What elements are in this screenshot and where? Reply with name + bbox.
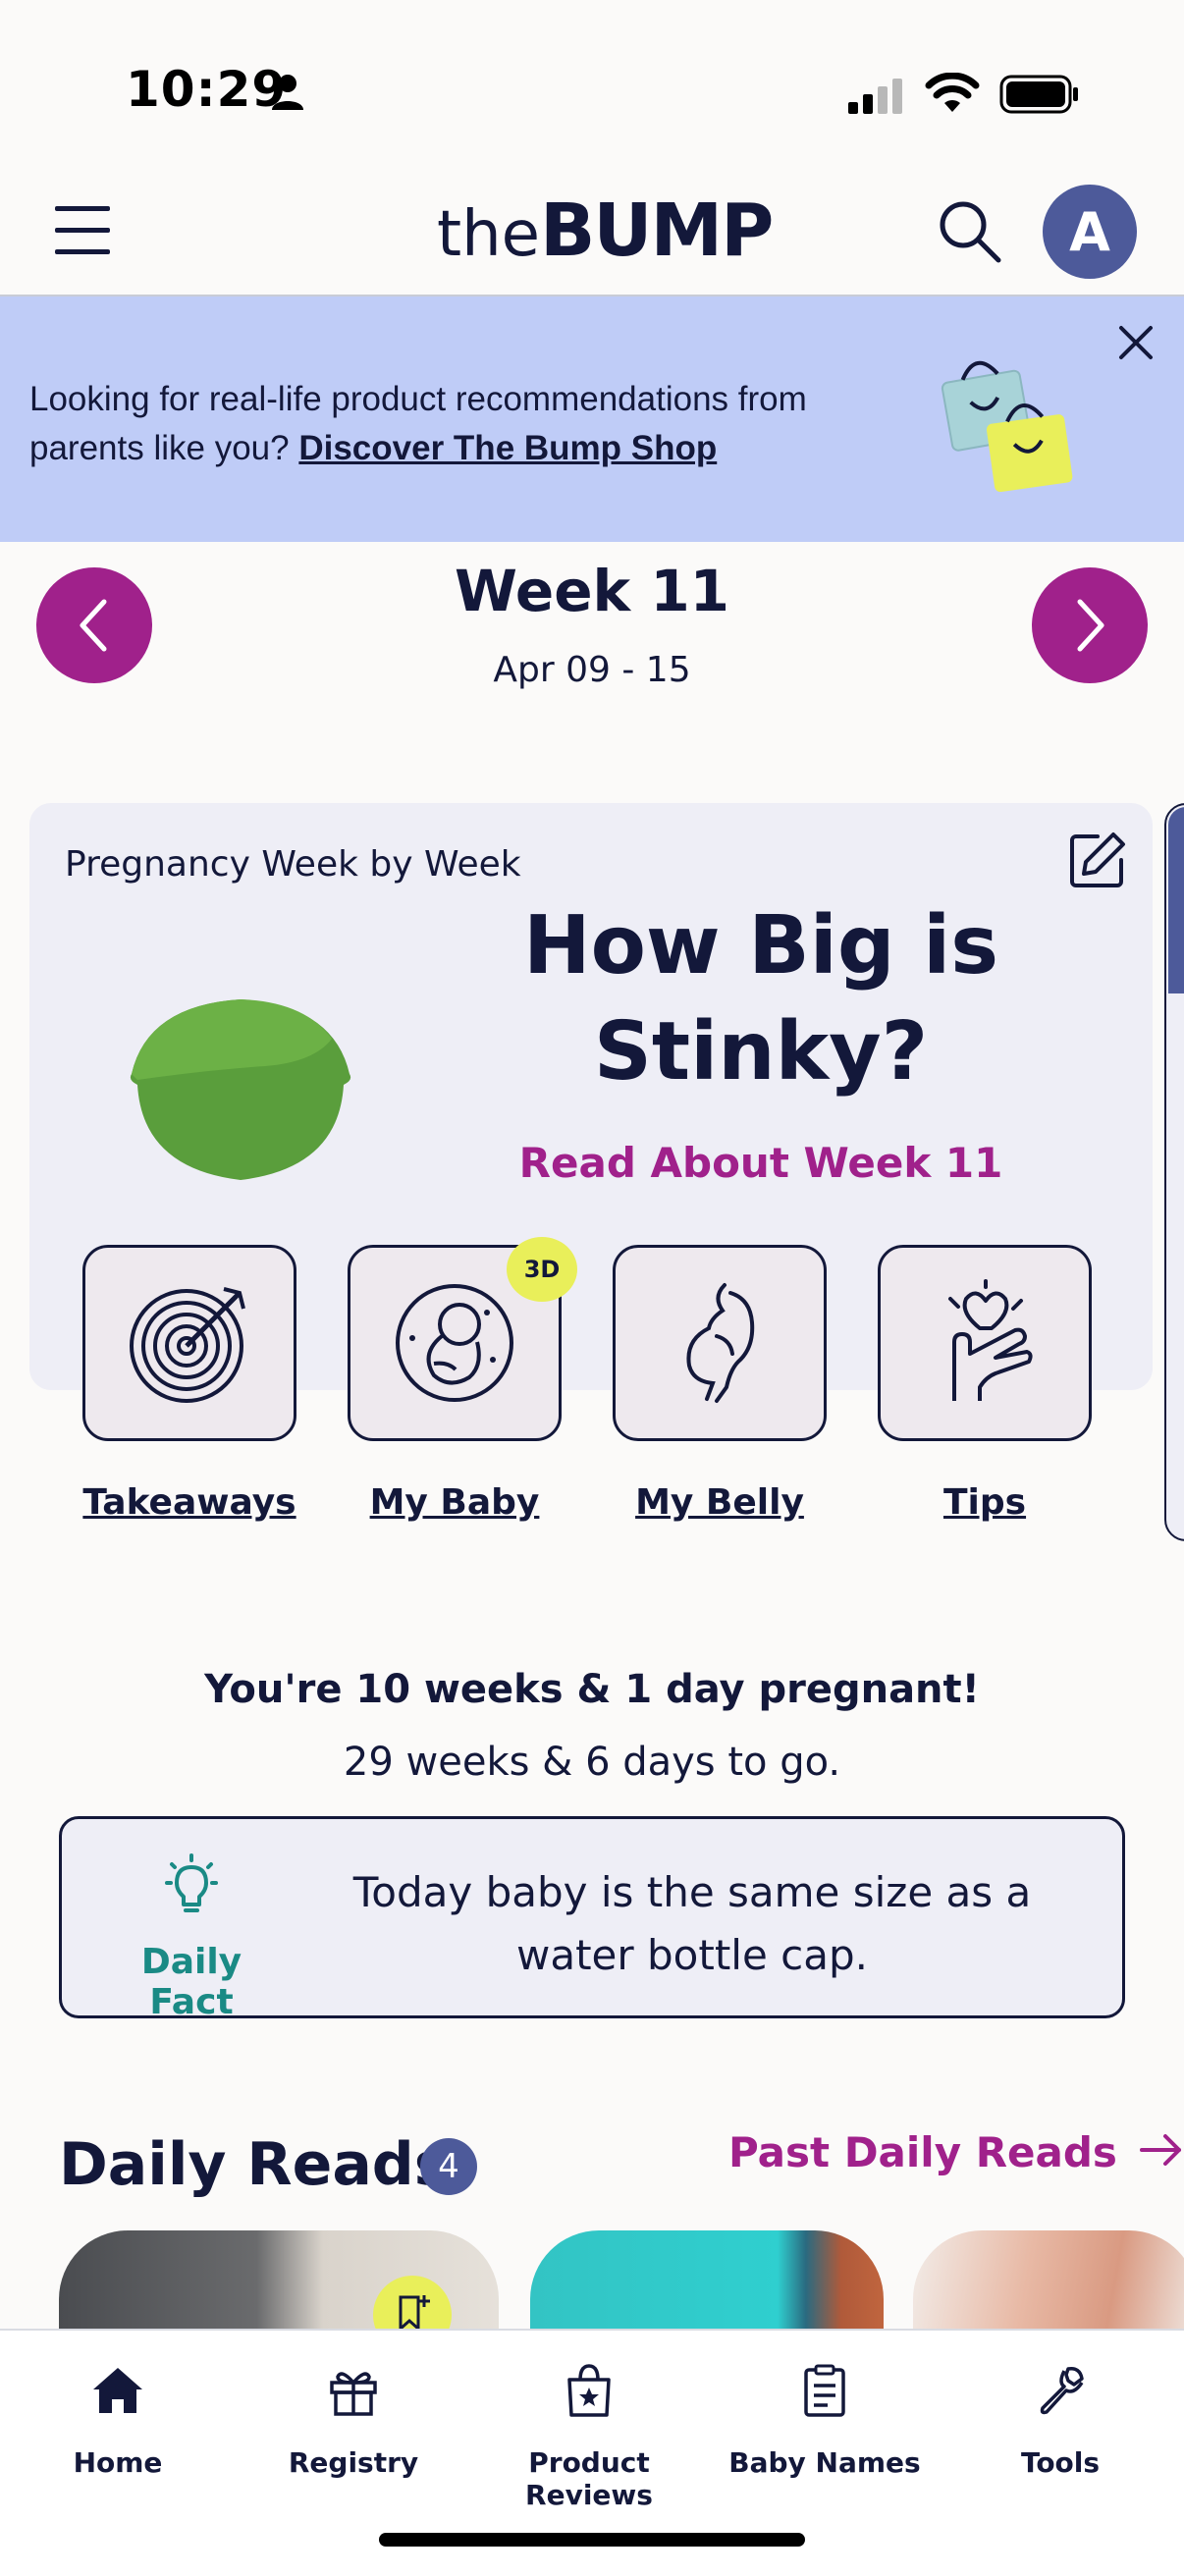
weeks-remaining: 29 weeks & 6 days to go. xyxy=(343,1740,841,1785)
daily-reads-title: Daily Reads xyxy=(59,2130,450,2199)
banner-text: Looking for real-life product recommenda… xyxy=(29,380,807,467)
daily-reads-count-badge: 4 xyxy=(420,2138,477,2195)
week-date-range: Apr 09 - 15 xyxy=(493,650,691,690)
daily-read-thumbnail[interactable] xyxy=(530,2230,884,2329)
daily-read-thumbnail[interactable] xyxy=(913,2230,1184,2329)
takeaways-label[interactable]: Takeaways xyxy=(72,1482,307,1523)
discover-shop-link[interactable]: Discover The Bump Shop xyxy=(298,429,717,467)
tips-tile[interactable] xyxy=(878,1245,1092,1441)
the-bump-logo[interactable]: theBUMP xyxy=(437,188,774,273)
menu-icon[interactable] xyxy=(55,206,110,255)
my-belly-tile[interactable] xyxy=(613,1245,827,1441)
next-week-button[interactable] xyxy=(1032,567,1148,683)
card-heading: How Big is Stinky? xyxy=(522,899,999,1099)
battery-icon xyxy=(999,75,1078,114)
wrench-icon xyxy=(1040,2366,1084,2415)
tab-baby-names[interactable]: Baby Names xyxy=(707,2354,942,2479)
tab-home[interactable]: Home xyxy=(0,2354,236,2479)
pregnancy-status: You're 10 weeks & 1 day pregnant! xyxy=(204,1667,980,1712)
heart-hand-icon xyxy=(948,1279,1033,1401)
tab-tools[interactable]: Tools xyxy=(942,2354,1178,2479)
cellular-signal-icon xyxy=(848,79,902,114)
3d-badge: 3D xyxy=(507,1237,577,1302)
wifi-icon xyxy=(925,73,980,112)
home-icon xyxy=(93,2368,142,2413)
belly-icon xyxy=(686,1283,755,1403)
past-daily-reads-link[interactable]: Past Daily Reads xyxy=(728,2128,1183,2176)
fetus-icon xyxy=(396,1284,513,1402)
read-about-week-link[interactable]: Read About Week 11 xyxy=(501,1139,1021,1187)
lime-icon xyxy=(130,999,351,1180)
arrow-right-icon xyxy=(1139,2134,1181,2166)
chevron-right-icon xyxy=(1077,599,1104,652)
list-icon xyxy=(804,2364,845,2417)
avatar[interactable]: A xyxy=(1043,185,1137,279)
tab-registry[interactable]: Registry xyxy=(236,2354,471,2479)
lightbulb-icon xyxy=(165,1853,218,1912)
close-icon[interactable] xyxy=(1117,324,1155,361)
home-indicator xyxy=(379,2533,805,2547)
gift-icon xyxy=(330,2372,377,2416)
target-icon xyxy=(130,1287,245,1403)
edit-icon[interactable] xyxy=(1068,831,1127,889)
daily-fact-text: Today baby is the same size as a water b… xyxy=(352,1868,1032,1979)
person-icon xyxy=(272,75,303,110)
tab-product-reviews[interactable]: Product Reviews xyxy=(471,2354,707,2511)
shopping-bags-icon xyxy=(941,360,1073,493)
search-icon[interactable] xyxy=(938,199,1002,264)
my-baby-label[interactable]: My Baby xyxy=(337,1482,572,1523)
next-card-accent xyxy=(1168,807,1184,993)
status-time: 10:29 xyxy=(126,61,288,118)
bookmark-icon xyxy=(399,2295,430,2333)
takeaways-tile[interactable] xyxy=(82,1245,296,1441)
my-belly-label[interactable]: My Belly xyxy=(602,1482,837,1523)
tips-label[interactable]: Tips xyxy=(867,1482,1103,1523)
star-bag-icon xyxy=(567,2364,611,2417)
card-label: Pregnancy Week by Week xyxy=(65,844,521,885)
daily-fact-label: Daily Fact xyxy=(140,1942,242,2022)
week-title: Week 11 xyxy=(454,558,730,624)
